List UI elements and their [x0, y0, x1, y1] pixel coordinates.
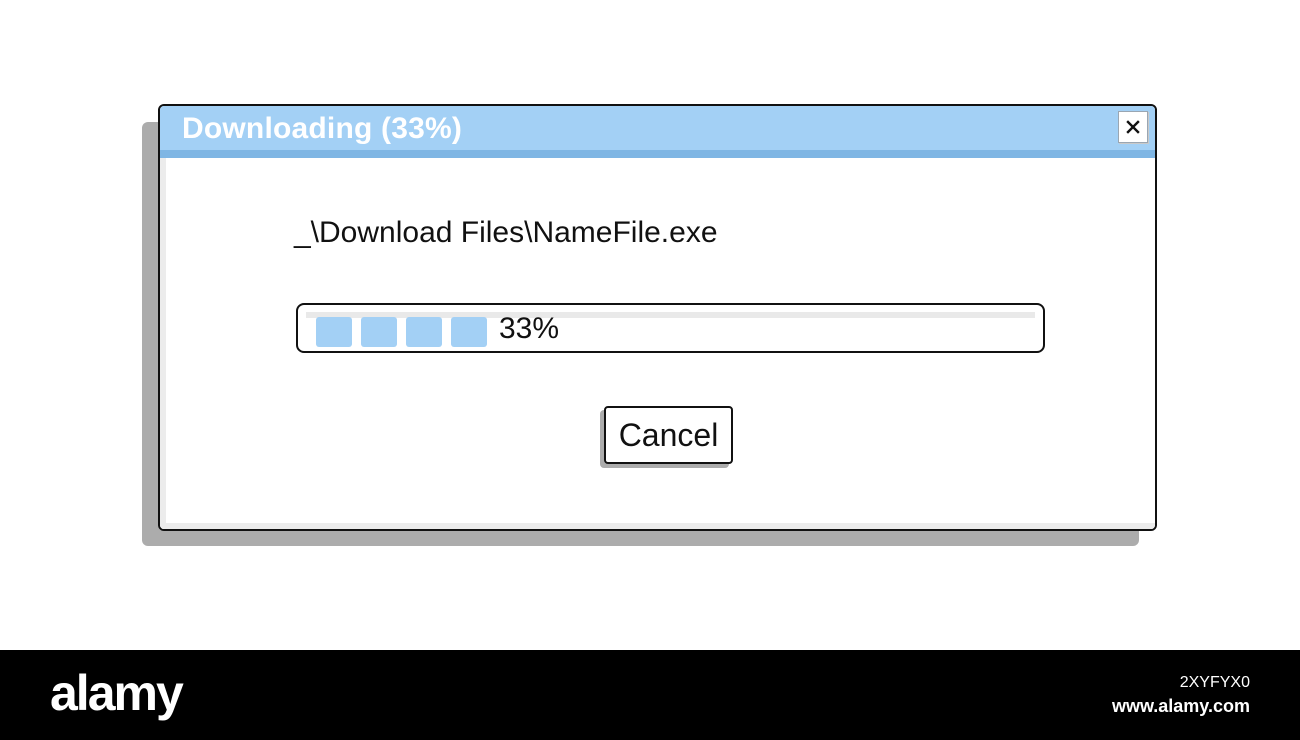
progress-block [451, 317, 487, 347]
file-path-label: _\Download Files\NameFile.exe [294, 216, 718, 249]
close-button[interactable] [1118, 111, 1148, 143]
download-dialog: Downloading (33%) _\Download Files\NameF… [158, 104, 1157, 531]
progress-bar: 33% [296, 303, 1045, 353]
cancel-button[interactable]: Cancel [604, 406, 733, 464]
dialog-body: _\Download Files\NameFile.exe 33% Cancel [160, 158, 1155, 529]
body-bevel [160, 523, 1155, 529]
progress-fill [316, 317, 487, 347]
screen: Downloading (33%) _\Download Files\NameF… [0, 0, 1300, 740]
body-bevel [160, 158, 166, 529]
progress-percent-label: 33% [499, 312, 560, 345]
dialog-title: Downloading (33%) [182, 112, 463, 145]
progress-block [316, 317, 352, 347]
progress-block [406, 317, 442, 347]
watermark-footer: alamy 2XYFYX0 www.alamy.com [0, 650, 1300, 740]
watermark-url: www.alamy.com [1111, 696, 1250, 716]
watermark-image-id: 2XYFYX0 [1179, 674, 1250, 691]
progress-block [361, 317, 397, 347]
close-icon [1126, 120, 1140, 134]
title-bar[interactable]: Downloading (33%) [160, 106, 1155, 158]
watermark-logo: alamy [50, 665, 184, 721]
